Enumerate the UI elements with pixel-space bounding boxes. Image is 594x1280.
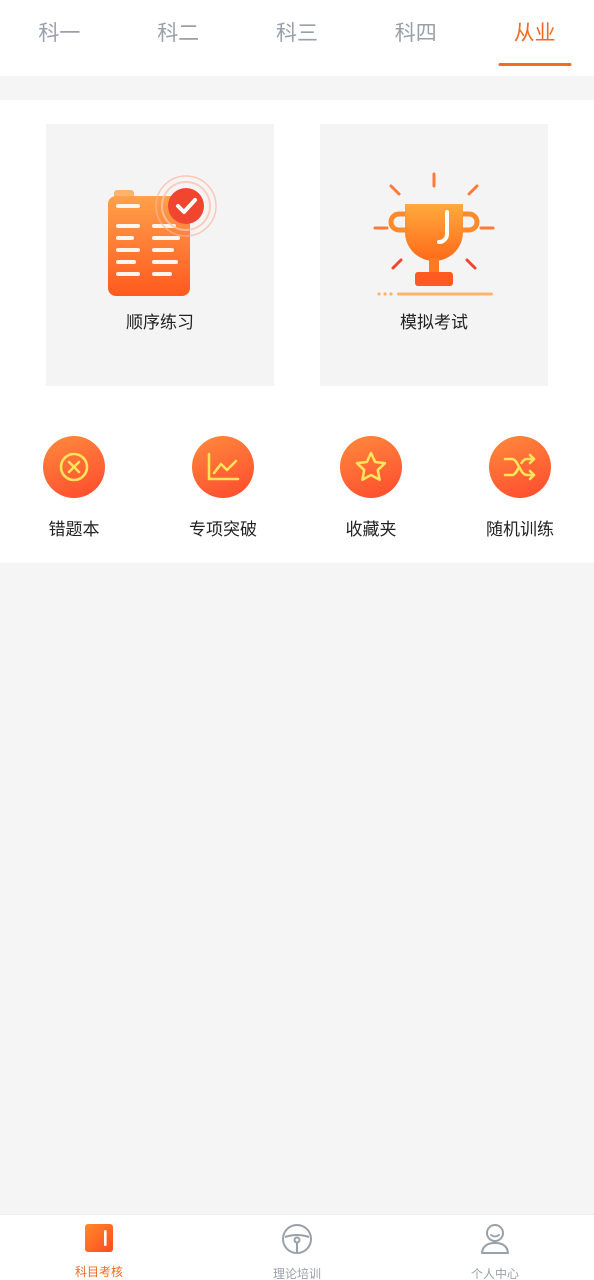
- nav-personal-center[interactable]: 个人中心: [396, 1215, 594, 1280]
- nav-label: 个人中心: [470, 1267, 519, 1280]
- tab-label: 科一: [38, 21, 81, 45]
- nav-label: 理论培训: [272, 1267, 321, 1280]
- tab-label: 科二: [157, 21, 200, 45]
- shuffle-icon: [489, 436, 551, 498]
- practice-panel: 顺序练习 模拟考试 错题本 专项突破 收藏夹 随机训练: [0, 100, 594, 563]
- checklist-icon: [102, 172, 218, 302]
- favorites-button[interactable]: 收藏夹: [316, 436, 426, 540]
- tab-subject-2[interactable]: 科二: [119, 0, 238, 76]
- nav-label: 科目考核: [74, 1265, 123, 1279]
- book-icon: [84, 1223, 114, 1257]
- tab-label: 科三: [275, 21, 318, 45]
- nav-theory-training[interactable]: 理论培训: [198, 1215, 396, 1280]
- tab-subject-1[interactable]: 科一: [0, 0, 119, 76]
- sequential-practice-card[interactable]: 顺序练习: [46, 124, 274, 386]
- subject-tab-bar: 科一 科二 科三 科四 从业: [0, 0, 594, 76]
- star-icon: [340, 436, 402, 498]
- sequential-practice-label: 顺序练习: [126, 313, 194, 333]
- mock-exam-card[interactable]: 模拟考试: [320, 124, 548, 386]
- wrong-answers-label: 错题本: [48, 520, 100, 540]
- random-training-button[interactable]: 随机训练: [465, 436, 575, 540]
- tab-label: 从业: [513, 21, 556, 45]
- trophy-icon: [371, 172, 497, 302]
- nav-subject-assessment[interactable]: 科目考核: [0, 1215, 198, 1280]
- mock-exam-label: 模拟考试: [400, 313, 468, 333]
- close-circle-icon: [43, 436, 105, 498]
- tab-professional[interactable]: 从业: [475, 0, 594, 76]
- special-topics-button[interactable]: 专项突破: [168, 436, 278, 540]
- tab-subject-3[interactable]: 科三: [238, 0, 357, 76]
- tab-subject-4[interactable]: 科四: [356, 0, 475, 76]
- wrong-answers-button[interactable]: 错题本: [19, 436, 129, 540]
- user-icon: [480, 1223, 510, 1259]
- tool-shortcuts: 错题本 专项突破 收藏夹 随机训练: [0, 436, 594, 546]
- random-training-label: 随机训练: [486, 520, 554, 540]
- bottom-navigation: 科目考核 理论培训 个人中心: [0, 1214, 594, 1280]
- favorites-label: 收藏夹: [345, 520, 397, 540]
- tab-label: 科四: [394, 21, 437, 45]
- special-topics-label: 专项突破: [189, 520, 257, 540]
- chart-icon: [192, 436, 254, 498]
- steering-wheel-icon: [281, 1223, 313, 1259]
